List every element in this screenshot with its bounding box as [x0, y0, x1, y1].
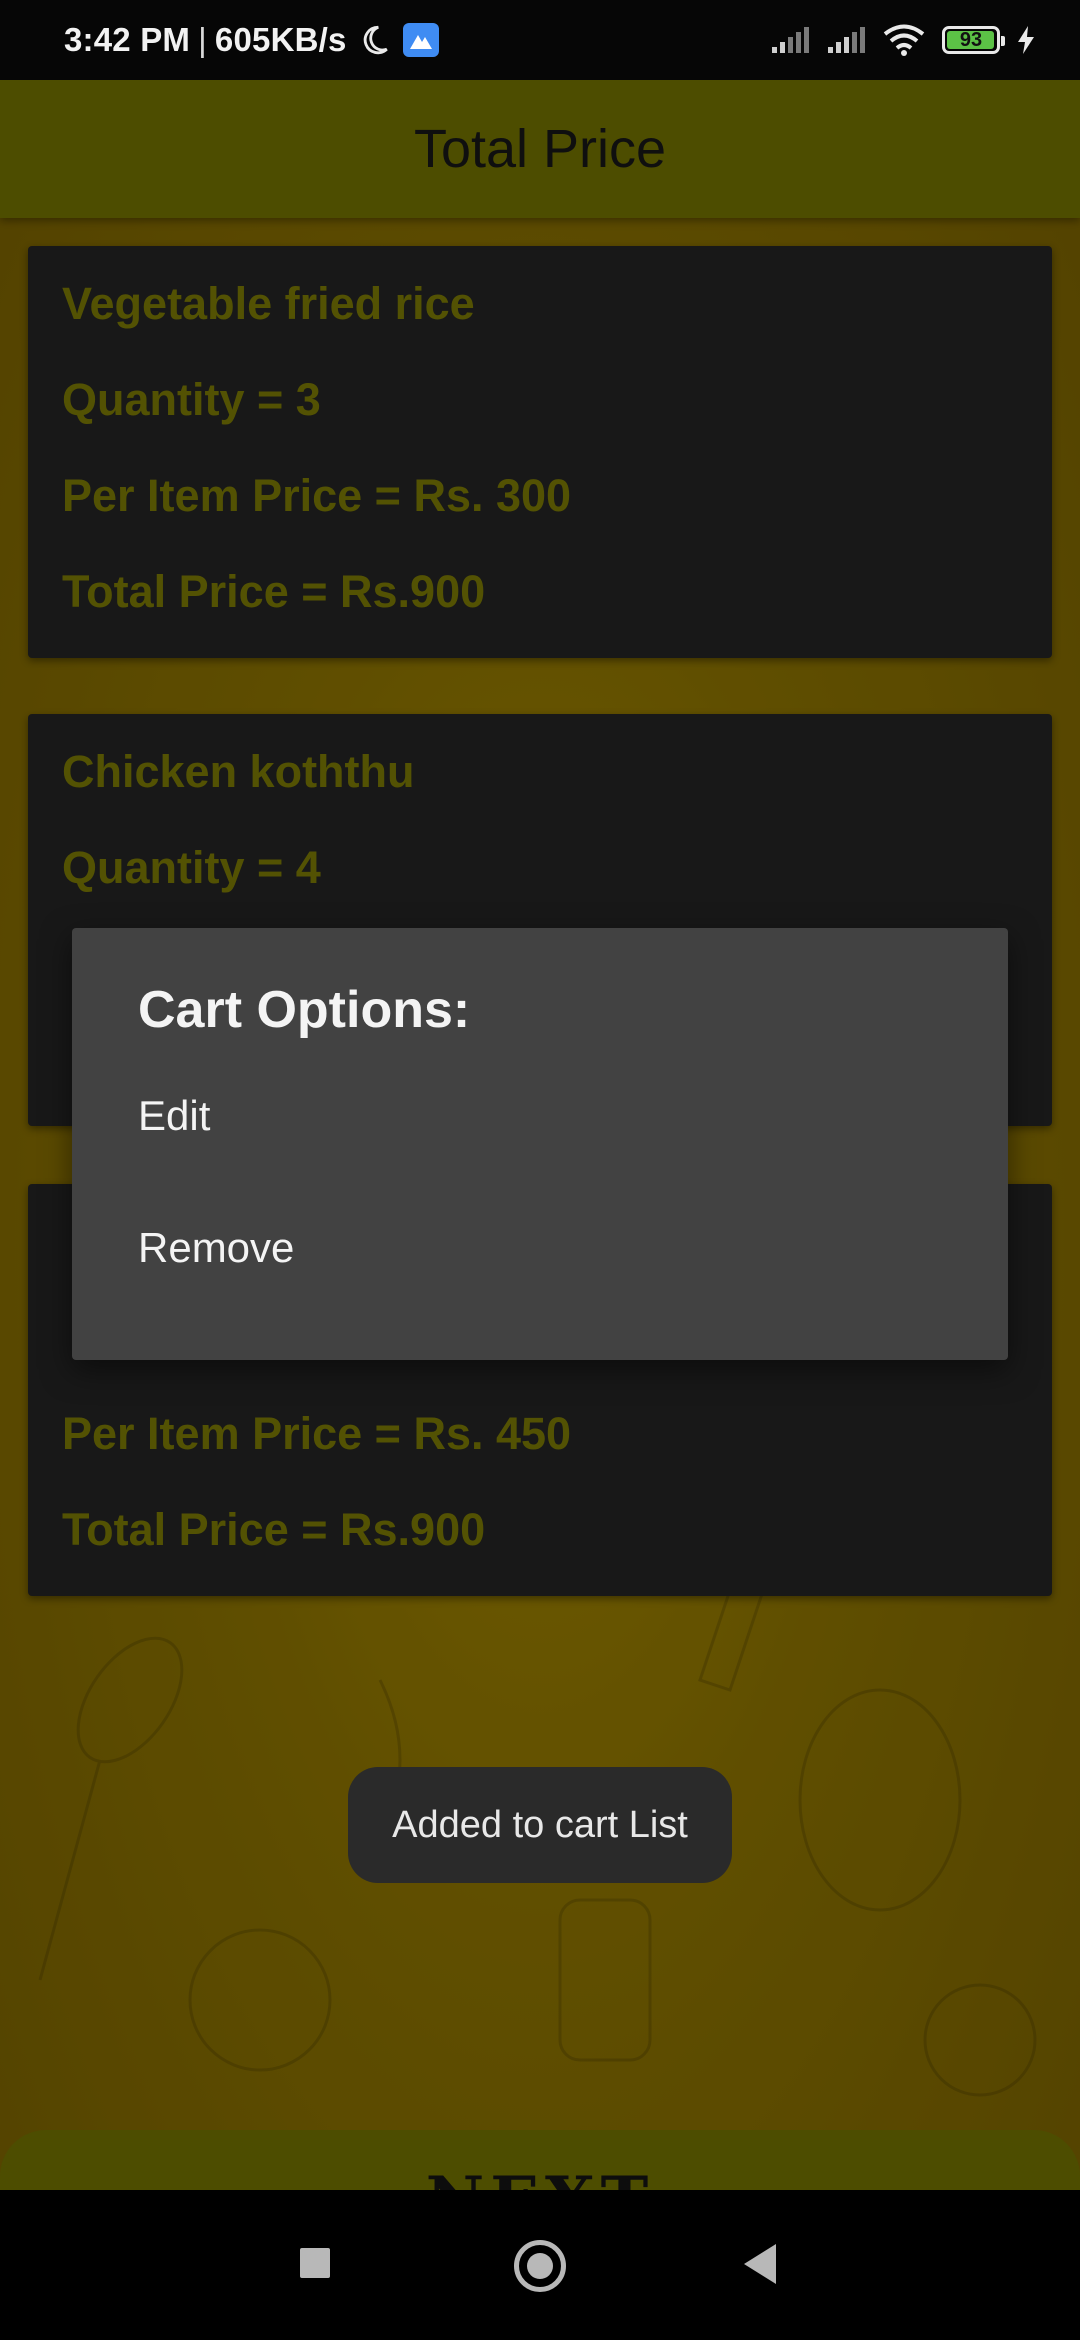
wifi-icon — [883, 24, 925, 56]
network-speed: 605KB/s — [214, 21, 347, 58]
battery-level: 93 — [959, 28, 983, 51]
moon-icon — [363, 25, 388, 55]
status-time: 3:42 PM — [64, 21, 191, 58]
edit-option[interactable]: Edit — [138, 1092, 1008, 1224]
status-right: 93 — [770, 0, 1036, 80]
back-icon[interactable] — [744, 2244, 776, 2284]
app-badge-icon — [402, 23, 439, 57]
status-separator: | — [198, 21, 207, 58]
recents-icon[interactable] — [300, 2248, 330, 2278]
status-bar: 3:42 PM | 605KB/s 93 — [0, 0, 1080, 80]
status-left: 3:42 PM | 605KB/s — [64, 0, 439, 80]
toast-message: Added to cart List — [348, 1767, 732, 1883]
signal-2-icon — [828, 27, 865, 53]
battery-icon: 93 — [942, 26, 1005, 54]
dialog-title: Cart Options: — [138, 981, 471, 1039]
charging-bolt-icon — [1018, 26, 1034, 54]
signal-1-icon — [772, 27, 809, 53]
home-icon[interactable] — [514, 2240, 566, 2292]
remove-option[interactable]: Remove — [138, 1224, 1008, 1356]
system-nav-bar — [0, 2190, 1080, 2340]
cart-options-dialog: Cart Options: Edit Remove — [72, 928, 1008, 1360]
